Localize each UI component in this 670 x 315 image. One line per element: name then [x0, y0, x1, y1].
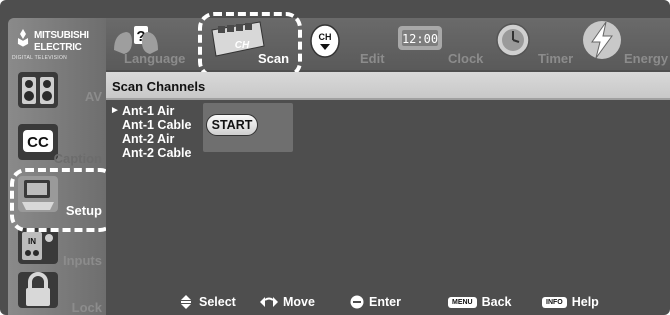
timer-icon: [496, 23, 530, 57]
sidebar-item-lock[interactable]: Lock: [8, 266, 106, 315]
sidebar-focus-indicator: [10, 168, 116, 232]
section-title: Scan Channels: [112, 79, 206, 94]
hint-move: Move: [260, 295, 315, 309]
clock-icon: 12:00: [398, 26, 442, 50]
hint-enter: Enter: [350, 295, 401, 309]
tab-channel[interactable]: CH: [302, 18, 350, 70]
list-item[interactable]: Ant-2 Cable: [110, 146, 191, 160]
hint-label: Help: [571, 295, 599, 309]
hint-bar: Select Move Enter MENU Back INFO Help: [106, 290, 670, 315]
tab-label: Timer: [538, 51, 574, 66]
hint-label: Back: [481, 295, 512, 309]
cc-icon: CC: [18, 124, 58, 160]
start-panel: START: [203, 103, 293, 152]
hint-help: INFO Help: [542, 295, 599, 309]
list-item[interactable]: ► Ant-1 Air: [110, 104, 191, 118]
hint-select: Select: [178, 295, 236, 309]
svg-text:IN: IN: [28, 237, 36, 246]
ch-badge-text: CH: [319, 32, 332, 42]
speakers-icon: [18, 72, 58, 108]
list-item-label: Ant-2 Cable: [122, 146, 192, 160]
sidebar-item-av[interactable]: AV: [8, 66, 106, 118]
tab-label: Clock: [448, 51, 484, 66]
list-item-label: Ant-1 Air: [122, 104, 175, 118]
tab-energy[interactable]: Energy: [580, 18, 670, 70]
channel-icon: CH: [310, 24, 340, 58]
sidebar-item-caption[interactable]: CC Caption: [8, 118, 106, 170]
hint-label: Move: [283, 295, 315, 309]
start-button[interactable]: START: [206, 114, 258, 136]
tab-timer[interactable]: Timer: [494, 18, 574, 70]
selection-arrow-icon: ►: [110, 105, 120, 116]
tab-clock[interactable]: 12:00 Clock: [396, 18, 490, 70]
tab-language[interactable]: ? Language: [106, 18, 198, 70]
list-item[interactable]: Ant-2 Air: [110, 132, 191, 146]
list-item[interactable]: Ant-1 Cable: [110, 118, 191, 132]
updown-arrows-icon: [181, 295, 191, 309]
tab-label: Energy: [624, 51, 669, 66]
padlock-icon: [18, 272, 58, 308]
brand-name-line2: ELECTRIC: [34, 42, 82, 53]
main-panel: ► Ant-1 Air Ant-1 Cable Ant-2 Air Ant-2 …: [106, 100, 670, 290]
tab-bar: ? Language CH Scan CH Edit 12:00 Clock T…: [106, 18, 670, 70]
leftright-arrows-icon: [260, 297, 278, 307]
sidebar-item-label: Caption: [53, 151, 102, 166]
svg-text:CC: CC: [27, 134, 49, 151]
mitsubishi-diamonds-icon: [17, 29, 29, 47]
list-item-label: Ant-1 Cable: [122, 118, 192, 132]
sidebar-item-label: Lock: [71, 300, 102, 315]
hint-label: Select: [199, 295, 236, 309]
enter-icon: [350, 295, 364, 309]
info-key-icon: INFO: [542, 296, 567, 308]
inputs-icon: IN: [18, 228, 58, 264]
tab-label: Language: [124, 51, 186, 66]
tv-menu-screen: MITSUBISHI ELECTRIC DIGITAL TELEVISION A…: [0, 0, 670, 315]
brand-tagline: DIGITAL TELEVISION: [12, 55, 68, 61]
hint-back: MENU Back: [448, 295, 512, 309]
brand-logo: MITSUBISHI ELECTRIC DIGITAL TELEVISION: [8, 22, 100, 66]
menu-key-icon: MENU: [448, 296, 477, 308]
antenna-list: ► Ant-1 Air Ant-1 Cable Ant-2 Air Ant-2 …: [110, 104, 191, 160]
hint-label: Enter: [369, 295, 401, 309]
section-header: Scan Channels: [106, 72, 670, 100]
clock-time-text: 12:00: [402, 32, 438, 46]
list-item-label: Ant-2 Air: [122, 132, 175, 146]
energy-icon: [583, 21, 621, 59]
sidebar-item-label: AV: [84, 89, 102, 104]
tab-focus-indicator: [198, 12, 302, 78]
brand-name-line1: MITSUBISHI: [34, 30, 89, 41]
tab-label: Edit: [360, 51, 385, 66]
